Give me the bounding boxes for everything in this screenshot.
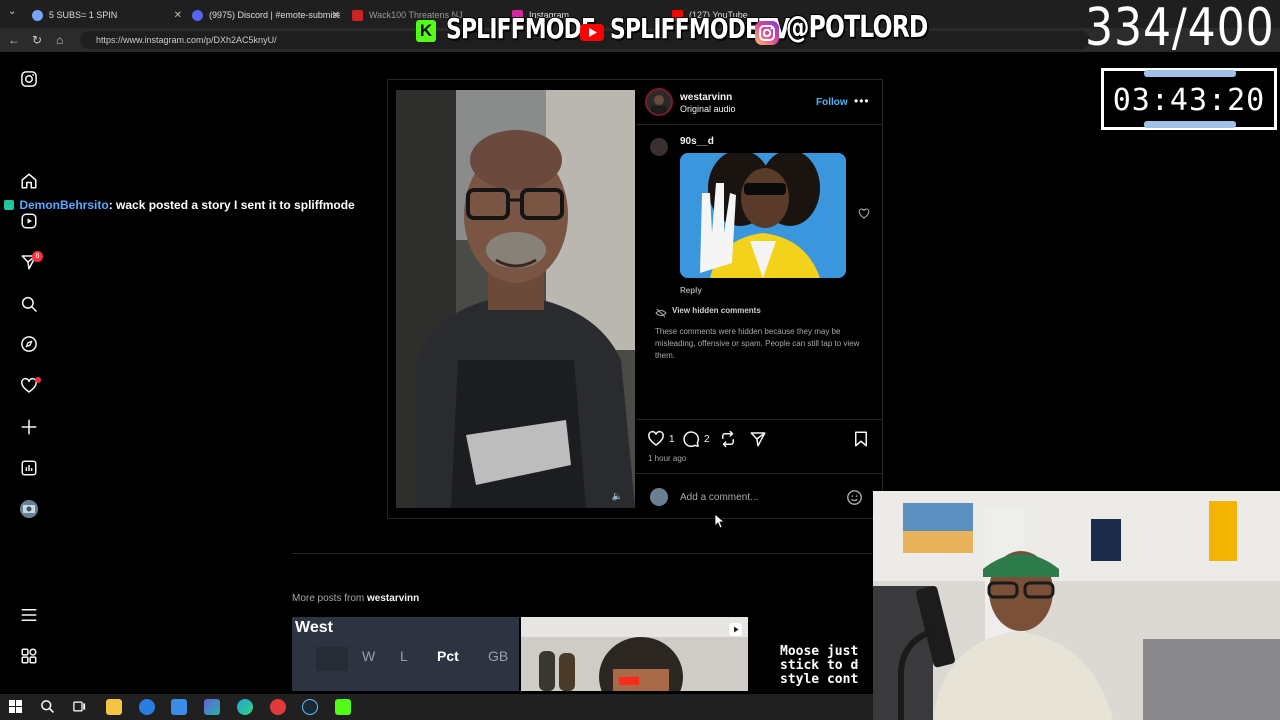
reels-icon[interactable] — [20, 212, 38, 230]
composer-divider — [636, 473, 883, 474]
also-from-meta-icon[interactable] — [20, 647, 38, 665]
app-icon[interactable] — [270, 699, 286, 715]
explore-icon[interactable] — [20, 335, 38, 353]
youtube-favicon-icon — [352, 9, 363, 21]
search-icon[interactable] — [20, 295, 38, 313]
hidden-comments-note: These comments were hidden because they … — [655, 327, 860, 360]
actions-divider — [636, 419, 883, 420]
standings-col-w: W — [362, 648, 376, 664]
tab-list-chevron-icon[interactable]: ⌄ — [8, 6, 16, 17]
windows-taskbar — [0, 694, 873, 720]
tab-favicon-icon — [32, 9, 43, 21]
share-icon[interactable] — [749, 430, 767, 453]
sub-counter: 334/400 — [1085, 0, 1275, 58]
instagram-logo-icon[interactable] — [20, 70, 38, 88]
mouse-cursor-icon — [714, 513, 726, 533]
windows-start-icon[interactable] — [9, 700, 22, 713]
text-post-content: Moose just stick to d style cont — [780, 644, 859, 687]
menu-icon[interactable] — [20, 606, 38, 624]
section-divider — [292, 553, 872, 554]
timer-bar-bottom — [1144, 121, 1236, 128]
more-options-icon[interactable]: ••• — [854, 94, 870, 108]
comment-image — [680, 153, 846, 278]
taskbar-search-icon[interactable] — [40, 699, 55, 719]
messages-badge: 6 — [32, 251, 43, 262]
app-icon[interactable] — [335, 699, 351, 715]
comment-like-icon[interactable] — [858, 207, 870, 225]
comment-icon[interactable] — [682, 430, 700, 453]
author-username[interactable]: westarvinn — [680, 92, 732, 103]
comment-count: 2 — [704, 434, 710, 445]
store-icon[interactable] — [171, 699, 187, 715]
tab-label: 5 SUBS= 1 SPIN — [49, 10, 118, 20]
timer-bar-top — [1144, 70, 1236, 77]
standings-col-pct: Pct — [437, 648, 459, 664]
dashboard-icon[interactable] — [20, 459, 38, 477]
more-posts-user[interactable]: westarvinn — [367, 593, 419, 604]
repost-icon[interactable] — [719, 430, 737, 453]
mute-icon[interactable]: 🔈 — [612, 491, 623, 502]
file-explorer-icon[interactable] — [106, 699, 122, 715]
home-icon[interactable] — [20, 172, 38, 190]
eye-off-icon — [655, 305, 667, 323]
home-browser-icon[interactable]: ⌂ — [56, 33, 63, 47]
tab-discord[interactable]: (9975) Discord | #emote-submissi ✕ — [192, 4, 340, 26]
standings-col-l: L — [400, 648, 408, 664]
close-tab-icon[interactable]: ✕ — [332, 10, 340, 21]
author-avatar[interactable] — [645, 88, 673, 116]
post-video[interactable]: 🔈 — [396, 90, 635, 508]
emoji-icon[interactable] — [846, 489, 863, 511]
instagram-handle: @POTLORD — [786, 10, 928, 45]
kick-logo-icon: K — [416, 20, 436, 42]
timer-text: 03:43:20 — [1112, 83, 1266, 118]
save-icon[interactable] — [852, 430, 870, 453]
refresh-icon[interactable]: ↻ — [32, 33, 42, 47]
chat-username: DemonBehrsito — [19, 198, 109, 212]
like-icon[interactable] — [647, 430, 665, 453]
notification-dot — [35, 377, 41, 383]
webcam-feed — [873, 491, 1280, 720]
tab-label: (9975) Discord | #emote-submissi — [209, 10, 340, 20]
app-icon[interactable] — [139, 699, 155, 715]
like-count: 1 — [669, 434, 675, 445]
more-posts-prefix: More posts from — [292, 593, 368, 604]
post-side-panel: westarvinn Original audio Follow ••• 90s… — [636, 79, 883, 519]
edge-icon[interactable] — [237, 699, 253, 715]
standings-col-gb: GB — [488, 648, 509, 664]
reply-link[interactable]: Reply — [680, 286, 702, 295]
back-icon[interactable]: ← — [8, 33, 20, 47]
profile-avatar[interactable] — [20, 500, 38, 518]
more-posts-heading: More posts from westarvinn — [292, 593, 419, 604]
task-view-icon[interactable] — [72, 699, 87, 719]
original-audio-link[interactable]: Original audio — [680, 104, 736, 114]
kick-handle: SPLIFFMODE — [446, 12, 596, 45]
header-divider — [636, 124, 883, 125]
comment-input[interactable]: Add a comment... — [680, 492, 840, 503]
view-hidden-comments-button[interactable]: View hidden comments — [672, 306, 761, 315]
more-post-thumb-text[interactable]: Moose just stick to d style cont — [750, 617, 873, 691]
composer-avatar — [650, 488, 668, 506]
standings-header-row — [316, 647, 348, 671]
reel-indicator-icon — [729, 623, 742, 636]
tab-subs-spin[interactable]: 5 SUBS= 1 SPIN ✕ — [32, 4, 182, 26]
comment-username[interactable]: 90s__d — [680, 136, 714, 147]
close-tab-icon[interactable]: ✕ — [174, 10, 182, 21]
standings-title: West — [295, 619, 333, 636]
chat-badge-icon — [4, 200, 14, 210]
more-post-thumb-standings[interactable]: West W L Pct GB — [292, 617, 519, 691]
discord-icon — [192, 9, 203, 21]
commenter-avatar[interactable] — [650, 138, 668, 156]
app-icon[interactable] — [204, 699, 220, 715]
steam-icon[interactable] — [302, 699, 318, 715]
timer-box: 03:43:20 — [1101, 68, 1277, 130]
create-icon[interactable] — [20, 418, 38, 436]
post-time: 1 hour ago — [648, 454, 687, 463]
youtube-logo-icon — [580, 24, 604, 41]
chat-message: DemonBehrsito: wack posted a story I sen… — [4, 198, 355, 212]
instagram-logo-icon — [755, 21, 779, 45]
chat-text: : wack posted a story I sent it to splif… — [108, 198, 355, 212]
more-post-thumb-video[interactable] — [521, 617, 748, 691]
follow-button[interactable]: Follow — [816, 97, 848, 108]
